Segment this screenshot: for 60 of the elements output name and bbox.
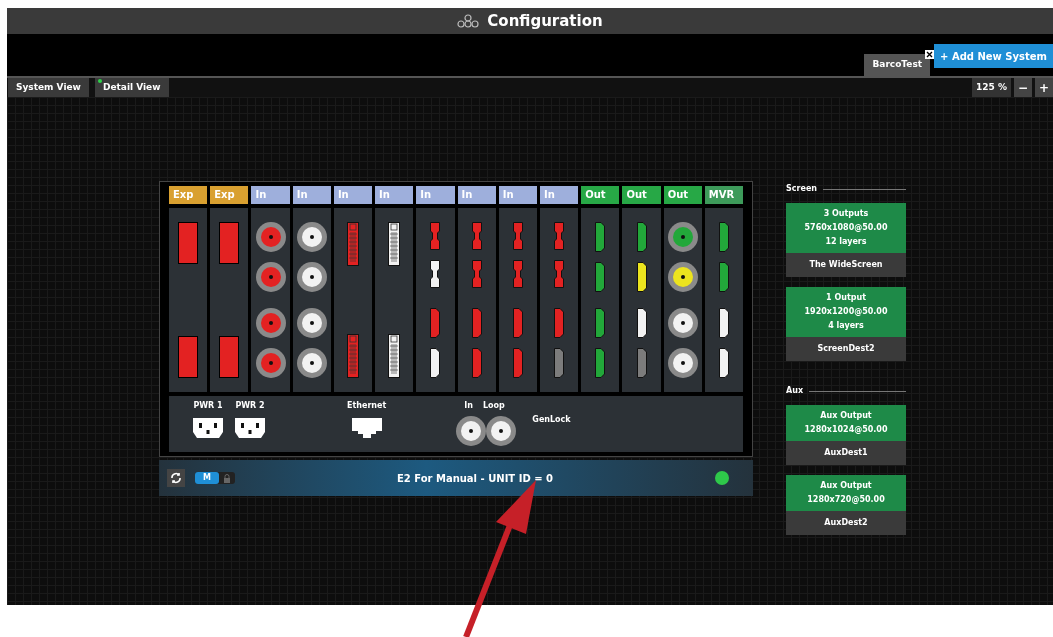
destination-detail: 5760x1080@50.00 — [804, 222, 888, 234]
power-label: PWR 1 — [193, 400, 223, 412]
slot-header: Exp — [169, 186, 208, 204]
close-icon[interactable] — [925, 50, 935, 59]
section-heading: Aux — [786, 385, 804, 397]
destination-card[interactable]: 3 Outputs 5760x1080@50.00 12 layers The WideScreen — [786, 203, 906, 277]
destination-detail: 1920x1200@50.00 — [804, 306, 888, 318]
slot-header: In — [498, 186, 537, 204]
destination-name: AuxDest1 — [786, 441, 906, 465]
slot-header: Out — [663, 186, 702, 204]
lock-icon[interactable] — [222, 473, 231, 483]
add-system-button[interactable]: + Add New System — [934, 44, 1053, 68]
window-title: Configuration — [487, 10, 603, 32]
refresh-icon — [170, 472, 182, 484]
zoom-out-button[interactable]: − — [1014, 78, 1032, 97]
power-label: PWR 2 — [235, 400, 265, 412]
power-socket-icon — [235, 418, 265, 438]
destination-name: ScreenDest2 — [786, 337, 906, 361]
destination-detail: Aux Output — [820, 480, 872, 492]
section-heading: Screen — [786, 183, 817, 195]
slot-header: In — [375, 186, 414, 204]
destination-detail: 4 layers — [828, 320, 864, 332]
refresh-button[interactable] — [167, 469, 185, 487]
ethernet-port-icon — [351, 418, 382, 438]
slot-header: In — [539, 186, 579, 204]
slot-header: Exp — [210, 186, 249, 204]
power-socket-icon — [193, 418, 223, 438]
slot-header: In — [457, 186, 496, 204]
slot-header: In — [333, 186, 373, 204]
slot-header: MVR — [704, 186, 744, 204]
destination-detail: 1 Output — [826, 292, 866, 304]
destination-name: AuxDest2 — [786, 511, 906, 535]
destination-name: The WideScreen — [786, 253, 906, 277]
mode-toggle[interactable]: M — [195, 472, 219, 484]
zoom-in-button[interactable]: + — [1035, 78, 1053, 97]
bnc-connector-icon — [456, 416, 487, 446]
destination-card[interactable]: Aux Output 1280x1024@50.00 AuxDest1 — [786, 405, 906, 465]
slot-header: In — [416, 186, 455, 204]
genlock-in-label: In — [464, 400, 473, 412]
unit-title: E2 For Manual - UNIT ID = 0 — [395, 471, 554, 486]
destination-detail: 1280x1024@50.00 — [804, 424, 888, 436]
destination-card[interactable]: 1 Output 1920x1200@50.00 4 layers ScreenDest2 — [786, 287, 906, 361]
view-tab[interactable]: Detail View — [94, 78, 169, 97]
slot-header: Out — [622, 186, 661, 204]
genlock-label: GenLock — [532, 414, 571, 426]
genlock-loop-label: Loop — [483, 400, 505, 412]
destination-detail: 12 layers — [825, 236, 867, 248]
slot-header: Out — [581, 186, 620, 204]
zoom-level: 125 % — [972, 78, 1011, 97]
bnc-connector-icon — [486, 416, 517, 446]
view-tab[interactable]: System View — [8, 78, 89, 97]
destination-detail: Aux Output — [820, 410, 872, 422]
ethernet-label: Ethernet — [347, 400, 387, 412]
slot-header: In — [292, 186, 331, 204]
destination-card[interactable]: Aux Output 1280x720@50.00 AuxDest2 — [786, 475, 906, 535]
network-icon — [457, 14, 480, 28]
destination-detail: 3 Outputs — [823, 208, 869, 220]
destination-detail: 1280x720@50.00 — [807, 494, 885, 506]
slot-header: In — [251, 186, 290, 204]
status-light-icon — [715, 471, 729, 485]
